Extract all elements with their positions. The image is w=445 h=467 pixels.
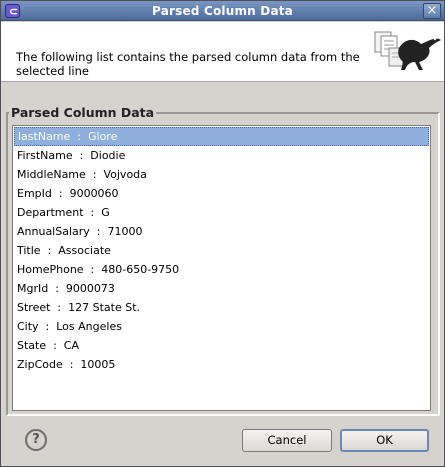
- list-item[interactable]: MgrId : 9000073: [14, 279, 429, 298]
- list-item[interactable]: FirstName : Diodie: [14, 146, 429, 165]
- list-item[interactable]: EmpId : 9000060: [14, 184, 429, 203]
- title-bar[interactable]: ⊂ Parsed Column Data ×: [1, 1, 444, 21]
- dialog-header: The following list contains the parsed c…: [1, 22, 444, 82]
- list-item[interactable]: MiddleName : Vojvoda: [14, 165, 429, 184]
- group-title: Parsed Column Data: [9, 105, 157, 120]
- dialog-window: ⊂ Parsed Column Data × The following lis…: [0, 0, 445, 467]
- list-item[interactable]: ZipCode : 10005: [14, 355, 429, 374]
- parsed-column-list[interactable]: lastName : Glore FirstName : Diodie Midd…: [12, 125, 431, 411]
- window-title: Parsed Column Data: [152, 4, 293, 18]
- list-item[interactable]: lastName : Glore: [14, 127, 429, 146]
- list-item[interactable]: Street : 127 State St.: [14, 298, 429, 317]
- ok-button[interactable]: OK: [340, 429, 429, 452]
- list-item[interactable]: City : Los Angeles: [14, 317, 429, 336]
- list-item[interactable]: Department : G: [14, 203, 429, 222]
- list-item[interactable]: Title : Associate: [14, 241, 429, 260]
- list-item[interactable]: State : CA: [14, 336, 429, 355]
- list-item[interactable]: HomePhone : 480-650-9750: [14, 260, 429, 279]
- help-icon[interactable]: ?: [25, 429, 47, 451]
- header-description: The following list contains the parsed c…: [16, 50, 360, 78]
- close-icon[interactable]: ×: [423, 3, 441, 19]
- cancel-button[interactable]: Cancel: [242, 429, 332, 452]
- documents-lizard-icon: [374, 31, 441, 70]
- list-item[interactable]: AnnualSalary : 71000: [14, 222, 429, 241]
